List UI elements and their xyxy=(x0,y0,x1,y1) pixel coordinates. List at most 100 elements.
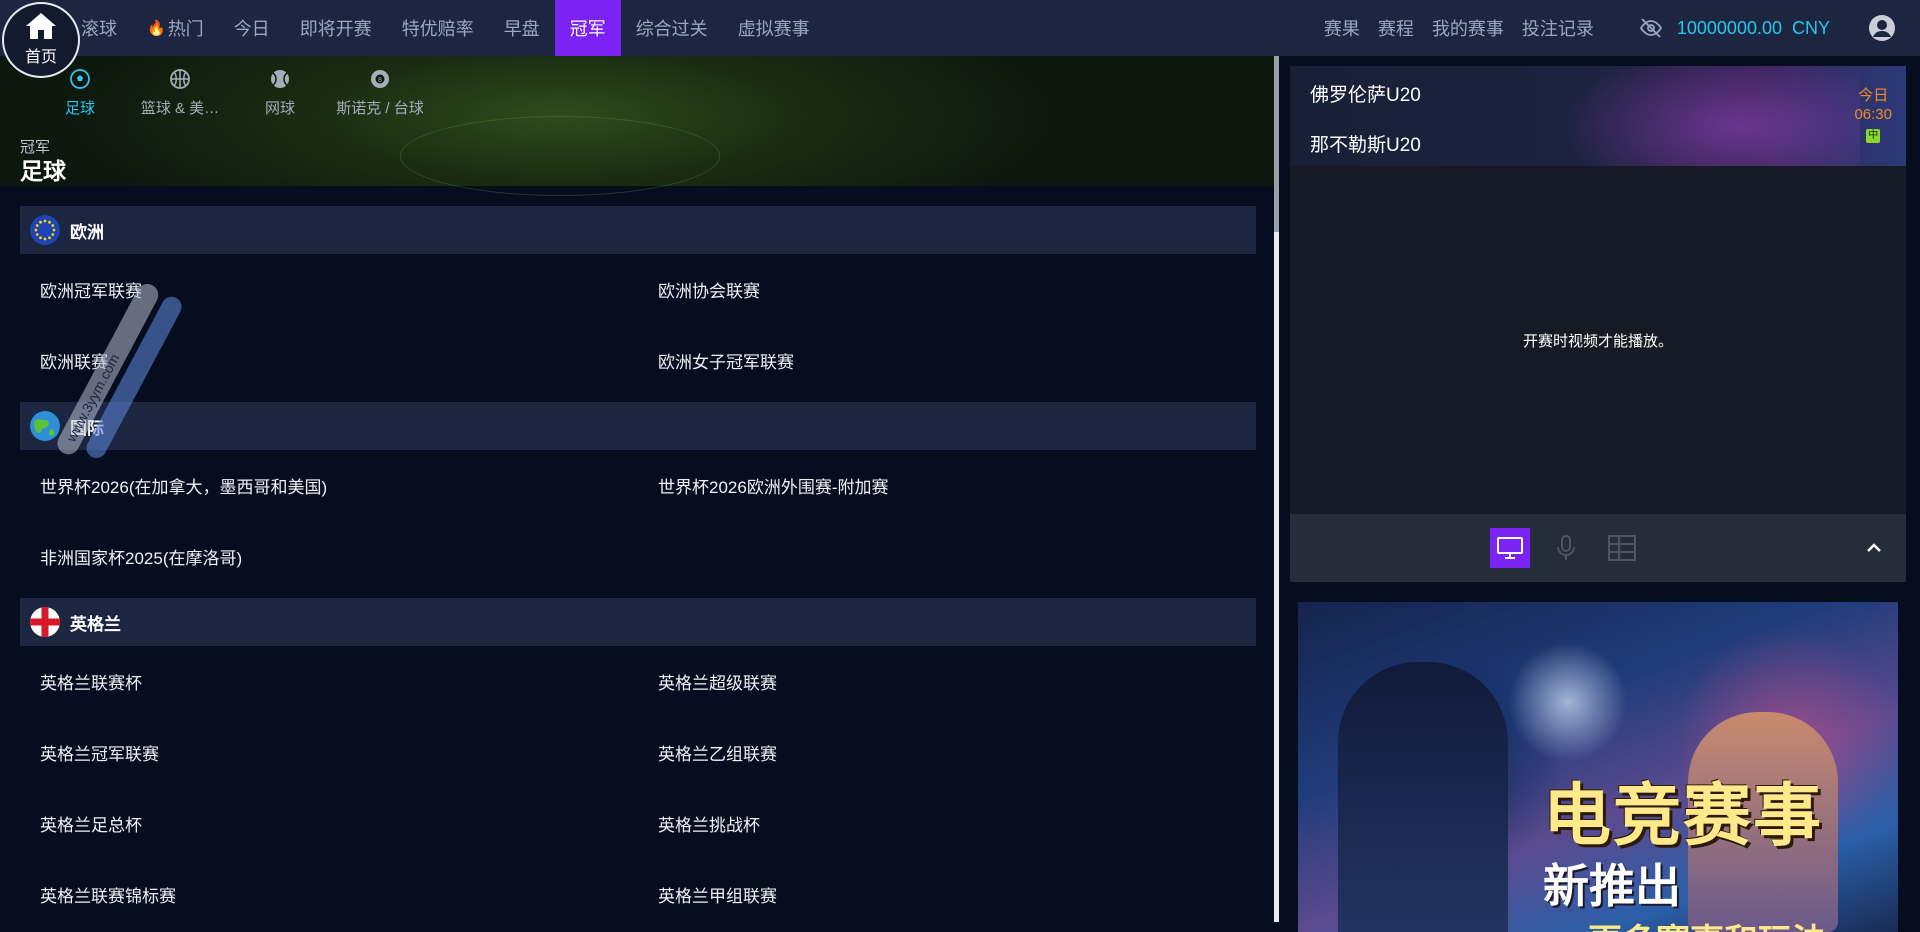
league-item[interactable]: 英格兰联赛杯 xyxy=(20,646,638,717)
field-layout-icon xyxy=(1608,535,1636,561)
globe-icon xyxy=(30,411,60,441)
match-card-decoration xyxy=(1560,66,1860,166)
league-grid: 欧洲冠军联赛 欧洲协会联赛 欧洲联赛 欧洲女子冠军联赛 xyxy=(20,254,1256,396)
promo-banner[interactable]: 电竞赛事 新推出 更多赛事和玩法 xyxy=(1298,602,1898,932)
basketball-icon xyxy=(170,69,190,89)
league-item[interactable]: 英格兰足总杯 xyxy=(20,788,638,859)
promo-subheadline: 新推出 xyxy=(1543,860,1681,912)
nav-tab-label: 早盘 xyxy=(503,19,540,39)
england-flag-icon xyxy=(30,607,60,637)
promo-character-art xyxy=(1338,662,1508,932)
nav-link[interactable]: 投注记录 xyxy=(1513,15,1603,41)
monitor-icon xyxy=(1497,537,1523,559)
league-item[interactable]: 欧洲女子冠军联赛 xyxy=(638,325,1256,396)
region-header[interactable]: 国际 xyxy=(20,402,1256,450)
sport-banner: 足球 篮球 & 美… 网球 8 斯诺克 / 台球 冠军 足球 xyxy=(0,56,1276,196)
sport-tab-label: 网球 xyxy=(264,100,295,117)
nav-tab-label: 冠军 xyxy=(569,19,606,39)
left-scroll-thumb[interactable] xyxy=(1274,56,1279,232)
video-player: 开赛时视频才能播放。 xyxy=(1290,166,1906,514)
nav-tab[interactable]: 冠军 xyxy=(554,0,621,56)
league-item[interactable]: 非洲国家杯2025(在摩洛哥) xyxy=(20,521,638,592)
sport-tab[interactable]: 篮球 & 美… xyxy=(130,68,230,118)
league-item[interactable]: 欧洲协会联赛 xyxy=(638,254,1256,325)
league-item[interactable]: 世界杯2026欧洲外围赛-附加赛 xyxy=(638,450,1256,521)
sport-tab[interactable]: 网球 xyxy=(230,68,330,118)
league-grid: 世界杯2026(在加拿大，墨西哥和美国) 世界杯2026欧洲外围赛-附加赛 非洲国家… xyxy=(20,450,1256,592)
league-item[interactable]: 英格兰超级联赛 xyxy=(638,646,1256,717)
away-team-name: 那不勒斯U20 xyxy=(1310,135,1421,156)
scoreboard-tab-button[interactable] xyxy=(1602,528,1642,568)
balance-amount: 10000000.00 xyxy=(1676,17,1782,38)
competition-panel: 足球 篮球 & 美… 网球 8 斯诺克 / 台球 冠军 足球 欧洲 欧洲冠军联赛 欧洲协会联… xyxy=(0,56,1276,922)
microphone-icon xyxy=(1557,535,1575,560)
league-item[interactable]: 英格兰冠军联赛 xyxy=(20,717,638,788)
league-item[interactable]: 欧洲冠军联赛 xyxy=(20,254,638,325)
hide-balance-icon[interactable] xyxy=(1639,16,1663,40)
region-group: 国际世界杯2026(在加拿大，墨西哥和美国) 世界杯2026欧洲外围赛-附加赛 非洲… xyxy=(20,402,1256,592)
match-day: 今日 xyxy=(1858,87,1889,104)
region-group: 英格兰英格兰联赛杯 英格兰超级联赛 英格兰冠军联赛 英格兰乙组联赛 英格兰足总杯 英格兰挑… xyxy=(20,598,1256,922)
sport-tab[interactable]: 8 斯诺克 / 台球 xyxy=(330,68,430,118)
audio-tab-button[interactable] xyxy=(1546,528,1586,568)
eu-flag-icon xyxy=(30,215,60,245)
fire-icon: 🔥 xyxy=(147,20,166,37)
nav-tab[interactable]: 早盘 xyxy=(489,0,555,56)
nav-link[interactable]: 赛程 xyxy=(1369,15,1423,41)
home-button[interactable]: 首页 xyxy=(2,2,80,78)
page-title: 足球 xyxy=(20,158,66,184)
league-item[interactable]: 英格兰联赛锦标赛 xyxy=(20,859,638,922)
nav-tab-label: 虚拟赛事 xyxy=(737,19,810,39)
region-name: 欧洲 xyxy=(70,222,104,242)
billiard-ball-icon: 8 xyxy=(371,70,389,88)
home-label: 首页 xyxy=(24,49,57,66)
nav-link[interactable]: 我的赛事 xyxy=(1423,15,1513,41)
soccer-ball-icon xyxy=(70,69,90,89)
league-grid: 英格兰联赛杯 英格兰超级联赛 英格兰冠军联赛 英格兰乙组联赛 英格兰足总杯 英格兰挑战杯英… xyxy=(20,646,1256,922)
sport-tab-label: 斯诺克 / 台球 xyxy=(336,100,424,117)
home-team-name: 佛罗伦萨U20 xyxy=(1310,85,1421,106)
league-item[interactable]: 英格兰甲组联赛 xyxy=(638,859,1256,922)
nav-tabs: 滚球 🔥 热门 今日 即将开赛 特优赔率 早盘 冠军 综合过关 虚拟赛事 xyxy=(66,0,825,56)
nav-tab[interactable]: 虚拟赛事 xyxy=(723,0,825,56)
nav-right-links: 赛果 赛程 我的赛事 投注记录 xyxy=(1315,15,1603,41)
nav-tab[interactable]: 即将开赛 xyxy=(285,0,387,56)
nav-tab[interactable]: 今日 xyxy=(219,0,285,56)
match-card[interactable]: 佛罗伦萨U20 那不勒斯U20 今日 06:30 中 xyxy=(1290,66,1906,166)
sport-tab-label: 足球 xyxy=(64,100,95,117)
field-decoration xyxy=(400,116,720,196)
sport-tab-label: 篮球 & 美… xyxy=(140,100,220,117)
match-clock: 06:30 xyxy=(1854,106,1892,123)
region-header[interactable]: 英格兰 xyxy=(20,598,1256,646)
nav-tab[interactable]: 🔥 热门 xyxy=(132,0,219,56)
nav-tab-label: 特优赔率 xyxy=(401,19,474,39)
nav-tab[interactable]: 综合过关 xyxy=(621,0,723,56)
nav-tab-label: 综合过关 xyxy=(635,19,708,39)
top-navigation: 滚球 🔥 热门 今日 即将开赛 特优赔率 早盘 冠军 综合过关 虚拟赛事 赛果 赛程 我的赛事 投注记录… xyxy=(0,0,1920,56)
home-icon xyxy=(26,13,56,39)
region-name: 英格兰 xyxy=(70,614,121,634)
league-item[interactable]: 世界杯2026(在加拿大，墨西哥和美国) xyxy=(20,450,638,521)
sport-tabs: 足球 篮球 & 美… 网球 8 斯诺克 / 台球 xyxy=(30,68,430,118)
league-list: 欧洲欧洲冠军联赛 欧洲协会联赛 欧洲联赛 欧洲女子冠军联赛国际世界杯2026(在加拿大… xyxy=(20,206,1256,922)
league-item[interactable]: 欧洲联赛 xyxy=(20,325,638,396)
region-group: 欧洲欧洲冠军联赛 欧洲协会联赛 欧洲联赛 欧洲女子冠军联赛 xyxy=(20,206,1256,396)
league-item[interactable]: 英格兰挑战杯 xyxy=(638,788,1256,859)
promo-headline: 电竞赛事 xyxy=(1543,778,1824,854)
tennis-ball-icon xyxy=(271,70,289,88)
user-avatar-icon[interactable] xyxy=(1868,14,1896,42)
nav-tab-label: 滚球 xyxy=(81,19,117,39)
league-item[interactable]: 英格兰乙组联赛 xyxy=(638,717,1256,788)
nav-link[interactable]: 赛果 xyxy=(1315,15,1369,41)
balance-display: 10000000.00 CNY xyxy=(1677,18,1830,39)
video-tab-button[interactable] xyxy=(1490,528,1530,568)
promo-art xyxy=(1508,642,1628,762)
promo-tagline: 更多赛事和玩法 xyxy=(1588,914,1826,932)
region-name: 国际 xyxy=(70,418,104,438)
nav-right: 赛果 赛程 我的赛事 投注记录 10000000.00 CNY xyxy=(1315,0,1920,56)
collapse-chevron-icon[interactable] xyxy=(1864,538,1884,558)
neutral-badge: 中 xyxy=(1866,129,1881,143)
svg-text:8: 8 xyxy=(378,77,382,84)
nav-tab[interactable]: 特优赔率 xyxy=(387,0,489,56)
region-header[interactable]: 欧洲 xyxy=(20,206,1256,254)
